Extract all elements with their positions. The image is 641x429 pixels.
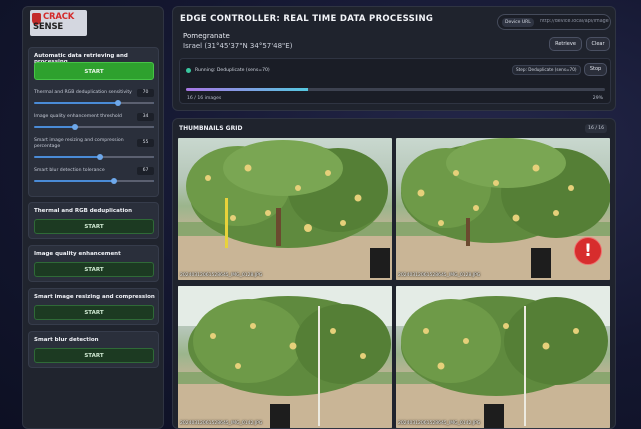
step-badge: Step: Deduplicate (sens=70) — [512, 65, 581, 75]
progress-count: 16 / 16 images — [187, 96, 222, 101]
thumbnail-caption: 20240312061528645_IMG_0142.JPG — [180, 421, 263, 426]
resize-compression-slider[interactable] — [34, 154, 154, 160]
progress-percent: 29% — [592, 96, 603, 101]
status-text: Running: Deduplicate (sens=70) — [195, 68, 270, 73]
card-title: Thermal and RGB deduplication — [34, 208, 133, 214]
auto-processing-card: Automatic data retrieving and processing… — [28, 47, 159, 197]
page-title: EDGE CONTROLLER: REAL TIME DATA PROCESSI… — [180, 14, 434, 24]
retrieve-button[interactable]: Retrieve — [549, 37, 582, 51]
slider-thumb[interactable] — [97, 154, 103, 160]
slider-label-quality: Image quality enhancement threshold — [34, 114, 122, 119]
slider-label-blur: Smart blur detection tolerance — [34, 168, 105, 173]
crack-sense-logo: CRACK SENSE — [30, 10, 87, 36]
resize-start-button[interactable]: START — [34, 305, 154, 320]
blur-card: Smart blur detection START — [28, 331, 159, 368]
thumbnails-grid: THUMBNAILS GRID 16 / 16 2024031206152864… — [172, 118, 616, 429]
blur-start-button[interactable]: START — [34, 348, 154, 363]
logo-line1: CRACK — [43, 12, 75, 22]
slider-value-blur[interactable]: 67 — [137, 167, 154, 175]
slider-value-dedup[interactable]: 70 — [137, 89, 154, 97]
slider-value-quality[interactable]: 34 — [137, 113, 154, 121]
stop-button[interactable]: Stop — [584, 63, 607, 76]
blur-tolerance-slider[interactable] — [34, 178, 154, 184]
device-url-field[interactable]: Device URL http://device.local/api/image — [497, 14, 611, 30]
dedup-start-button[interactable]: START — [34, 219, 154, 234]
running-indicator-icon — [186, 68, 191, 73]
slider-value-resize[interactable]: 55 — [137, 139, 154, 147]
thumbnail[interactable]: 20240312061528645_IMG_0142.JPG — [178, 286, 392, 428]
thumbnail[interactable]: 20240312061528645_IMG_0128.JPG — [178, 138, 392, 280]
grid-count-badge: 16 / 16 — [585, 124, 607, 133]
slider-thumb[interactable] — [111, 178, 118, 184]
dedup-card: Thermal and RGB deduplication START — [28, 202, 159, 239]
pomegranate-tree-image — [396, 286, 610, 428]
clear-button[interactable]: Clear — [586, 37, 610, 51]
card-title: Image quality enhancement — [34, 251, 121, 257]
slider-thumb[interactable] — [115, 100, 121, 106]
card-title: Smart image resizing and compression — [34, 294, 155, 300]
alert-icon[interactable]: ! — [574, 237, 602, 265]
location-text: Israel (31°45'37"N 34°57'48"E) — [183, 42, 293, 50]
thumbnail[interactable]: 20240312061528645_IMG_0128.JPG ! — [396, 138, 610, 280]
grid-title: THUMBNAILS GRID — [179, 125, 243, 132]
slider-label-resize: Smart image resizing and compression per… — [34, 138, 124, 149]
slider-thumb[interactable] — [71, 124, 78, 130]
device-url-input[interactable]: http://device.local/api/image — [540, 19, 610, 24]
progress-fill — [186, 88, 308, 91]
progress-bar — [186, 88, 605, 91]
crop-name: Pomegranate — [183, 32, 230, 40]
logo-line2: SENSE — [33, 22, 63, 32]
auto-start-button[interactable]: START — [34, 62, 154, 80]
thumbnail[interactable]: 20240312061528645_IMG_0142.JPG — [396, 286, 610, 428]
controller-header: EDGE CONTROLLER: REAL TIME DATA PROCESSI… — [172, 6, 616, 111]
card-title: Smart blur detection — [34, 337, 99, 343]
pomegranate-tree-image — [178, 286, 392, 428]
thumbnail-caption: 20240312061528645_IMG_0142.JPG — [398, 421, 481, 426]
device-url-label: Device URL — [502, 18, 534, 27]
pomegranate-tree-image — [178, 140, 392, 280]
dedup-sensitivity-slider[interactable] — [34, 100, 154, 106]
sidebar: CRACK SENSE Automatic data retrieving an… — [22, 6, 164, 429]
thumbnail-caption: 20240312061528645_IMG_0128.JPG — [398, 273, 481, 278]
resize-card: Smart image resizing and compression STA… — [28, 288, 159, 325]
slider-label-dedup: Thermal and RGB deduplication sensitivit… — [34, 90, 132, 95]
quality-card: Image quality enhancement START — [28, 245, 159, 282]
thumbnail-caption: 20240312061528645_IMG_0128.JPG — [180, 273, 263, 278]
status-panel: Running: Deduplicate (sens=70) Step: Ded… — [179, 58, 611, 104]
quality-threshold-slider[interactable] — [34, 124, 154, 130]
quality-start-button[interactable]: START — [34, 262, 154, 277]
